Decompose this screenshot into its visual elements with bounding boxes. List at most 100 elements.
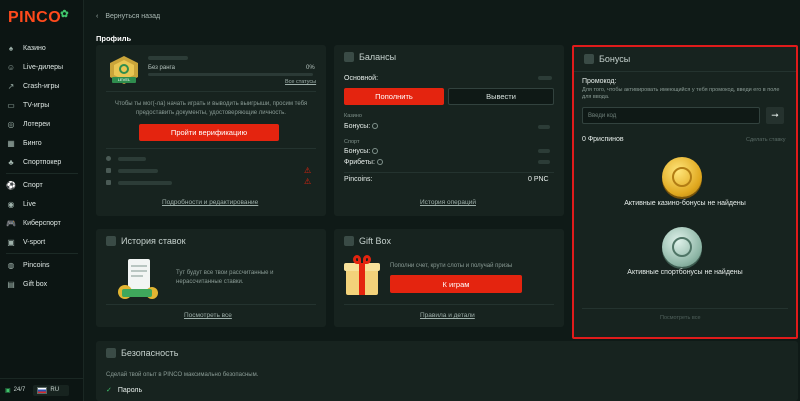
sidebar-item-live-dealers[interactable]: ☺ Live-дилеры: [0, 58, 84, 76]
all-statuses-link[interactable]: Все статусы: [285, 79, 316, 85]
gift-icon: ▤: [7, 279, 15, 289]
history-link[interactable]: История операций: [420, 199, 476, 206]
leaf-icon: ✿: [60, 9, 70, 20]
page-title: Профиль: [96, 34, 132, 43]
profile-card: LEVEL Без ранга 0% Все статусы Чтобы ты …: [96, 45, 326, 216]
sport-coin-icon: [662, 227, 702, 267]
warning-icon: ⚠: [304, 177, 312, 186]
sport-bonuses-empty: Активные спортбонусы не найдены: [627, 269, 743, 276]
promo-label: Промокод:: [582, 78, 617, 85]
receipt-illustration-icon: [118, 259, 160, 301]
info-icon[interactable]: [372, 123, 379, 130]
user-icon: [106, 156, 111, 161]
bet-history-header: История ставок: [106, 236, 186, 246]
main-content: ‹ Вернуться назад Профиль LEVEL Без ранга…: [84, 0, 800, 401]
poker-icon: ♣: [8, 157, 14, 167]
sidebar-divider: [6, 253, 78, 254]
casino-bonus-hidden: [538, 125, 550, 129]
sidebar-item-sport[interactable]: ⚽ Спорт: [0, 176, 84, 194]
rank-label: Без ранга: [148, 65, 175, 71]
security-header: Безопасность: [106, 348, 178, 358]
casino-coin-icon: [662, 157, 702, 197]
shield-icon: [106, 348, 116, 358]
sidebar-item-pincoins[interactable]: ◍ Pincoins: [0, 256, 84, 274]
bingo-icon: ▦: [7, 138, 15, 148]
sidebar-item-vsport[interactable]: ▣ V-sport: [0, 233, 84, 251]
sidebar-item-tv[interactable]: ▭ TV-игры: [0, 96, 84, 114]
live-icon: ◉: [7, 199, 15, 209]
promo-input[interactable]: Введи код: [582, 107, 760, 124]
pincoins-value: 0 PNC: [528, 176, 549, 183]
divider: [574, 71, 796, 72]
sidebar-item-esport[interactable]: 🎮 Киберспорт: [0, 214, 84, 232]
sidebar-item-lottery[interactable]: ◎ Лотереи: [0, 115, 84, 133]
phone-icon: [106, 168, 111, 173]
username-hidden: [148, 56, 188, 60]
deposit-button[interactable]: Пополнить: [344, 88, 444, 105]
pinco-logo[interactable]: PINCO✿: [8, 9, 70, 27]
divider: [106, 304, 316, 305]
giftbox-rules-link[interactable]: Правила и детали: [420, 312, 475, 319]
level-badge-icon: LEVEL: [110, 56, 138, 86]
bet-history-card: История ставок Тут будут все твои рассчи…: [96, 229, 326, 327]
sidebar-item-giftbox[interactable]: ▤ Gift box: [0, 275, 84, 293]
sidebar-item-casino[interactable]: ♠ Казино: [0, 39, 84, 57]
sidebar: PINCO✿ ♠ Казино ☺ Live-дилеры ↗ Crash-игры …: [0, 0, 84, 401]
balances-header: Балансы: [344, 52, 396, 62]
flag-ru-icon: [37, 386, 48, 394]
pincoin-icon: ◍: [7, 260, 15, 270]
giftbox-header: Gift Box: [344, 236, 391, 246]
sidebar-divider: [6, 173, 78, 174]
giftbox-card: Gift Box Пополни счет, крути слоты и пол…: [334, 229, 564, 327]
giftbox-text: Пополни счет, крути слоты и получай приз…: [390, 263, 513, 269]
divider: [582, 308, 788, 309]
support-button[interactable]: ▣ 24/7: [5, 387, 25, 394]
wallet-icon: [344, 52, 354, 62]
bonuses-panel: Бонусы Промокод: Для того, чтобы активир…: [572, 45, 798, 339]
info-icon[interactable]: [376, 159, 383, 166]
sport-bonus-hidden: [538, 149, 550, 153]
verify-button[interactable]: Пройти верификацию: [139, 124, 279, 141]
sport-icon: ⚽: [6, 180, 16, 190]
password-item: ✓ Пароль: [106, 387, 143, 394]
vsport-icon: ▣: [7, 237, 15, 247]
casino-bonuses-empty: Активные казино-бонусы не найдены: [624, 200, 746, 207]
language-selector[interactable]: RU: [33, 384, 70, 396]
gift-icon: [344, 236, 354, 246]
divider: [106, 91, 316, 92]
freebets-hidden: [538, 160, 550, 164]
promo-submit-button[interactable]: ➞: [766, 107, 784, 124]
all-bonuses-link[interactable]: Посмотреть все: [660, 315, 701, 321]
sidebar-item-bingo[interactable]: ▦ Бинго: [0, 134, 84, 152]
divider: [106, 148, 316, 149]
rank-progress-text: 0%: [306, 65, 315, 71]
profile-details-link[interactable]: Подробности и редактирование: [162, 199, 258, 206]
phone-hidden: [118, 169, 158, 173]
freespins-link[interactable]: Сделать ставку: [746, 137, 786, 143]
main-balance-hidden: [538, 76, 552, 80]
gift-box-illustration-icon: [344, 255, 380, 297]
withdraw-button[interactable]: Вывести: [448, 88, 554, 105]
freebets-row: Фрибеты:: [344, 159, 383, 166]
lottery-icon: ◎: [7, 119, 15, 129]
tv-icon: ▭: [7, 100, 15, 110]
casino-bonus-row: Бонусы:: [344, 123, 379, 130]
sidebar-item-poker[interactable]: ♣ Спортпокер: [0, 153, 84, 171]
rank-progress-bar: [148, 73, 313, 76]
history-icon: [106, 236, 116, 246]
arrow-right-icon: ➞: [771, 110, 779, 120]
sport-bonus-row: Бонусы:: [344, 148, 379, 155]
sidebar-item-live[interactable]: ◉ Live: [0, 195, 84, 213]
sidebar-footer: ▣ 24/7 RU: [0, 378, 84, 401]
live-dealer-icon: ☺: [6, 62, 16, 72]
info-icon[interactable]: [372, 148, 379, 155]
back-link[interactable]: ‹ Вернуться назад: [96, 13, 160, 20]
check-icon: ✓: [106, 387, 112, 394]
to-games-button[interactable]: К играм: [390, 275, 522, 293]
divider: [344, 172, 554, 173]
main-balance-label: Основной:: [344, 75, 379, 82]
bet-history-link[interactable]: Посмотреть все: [184, 312, 232, 319]
email-hidden: [118, 181, 172, 185]
sidebar-item-crash[interactable]: ↗ Crash-игры: [0, 77, 84, 95]
user-id-hidden: [118, 157, 146, 161]
